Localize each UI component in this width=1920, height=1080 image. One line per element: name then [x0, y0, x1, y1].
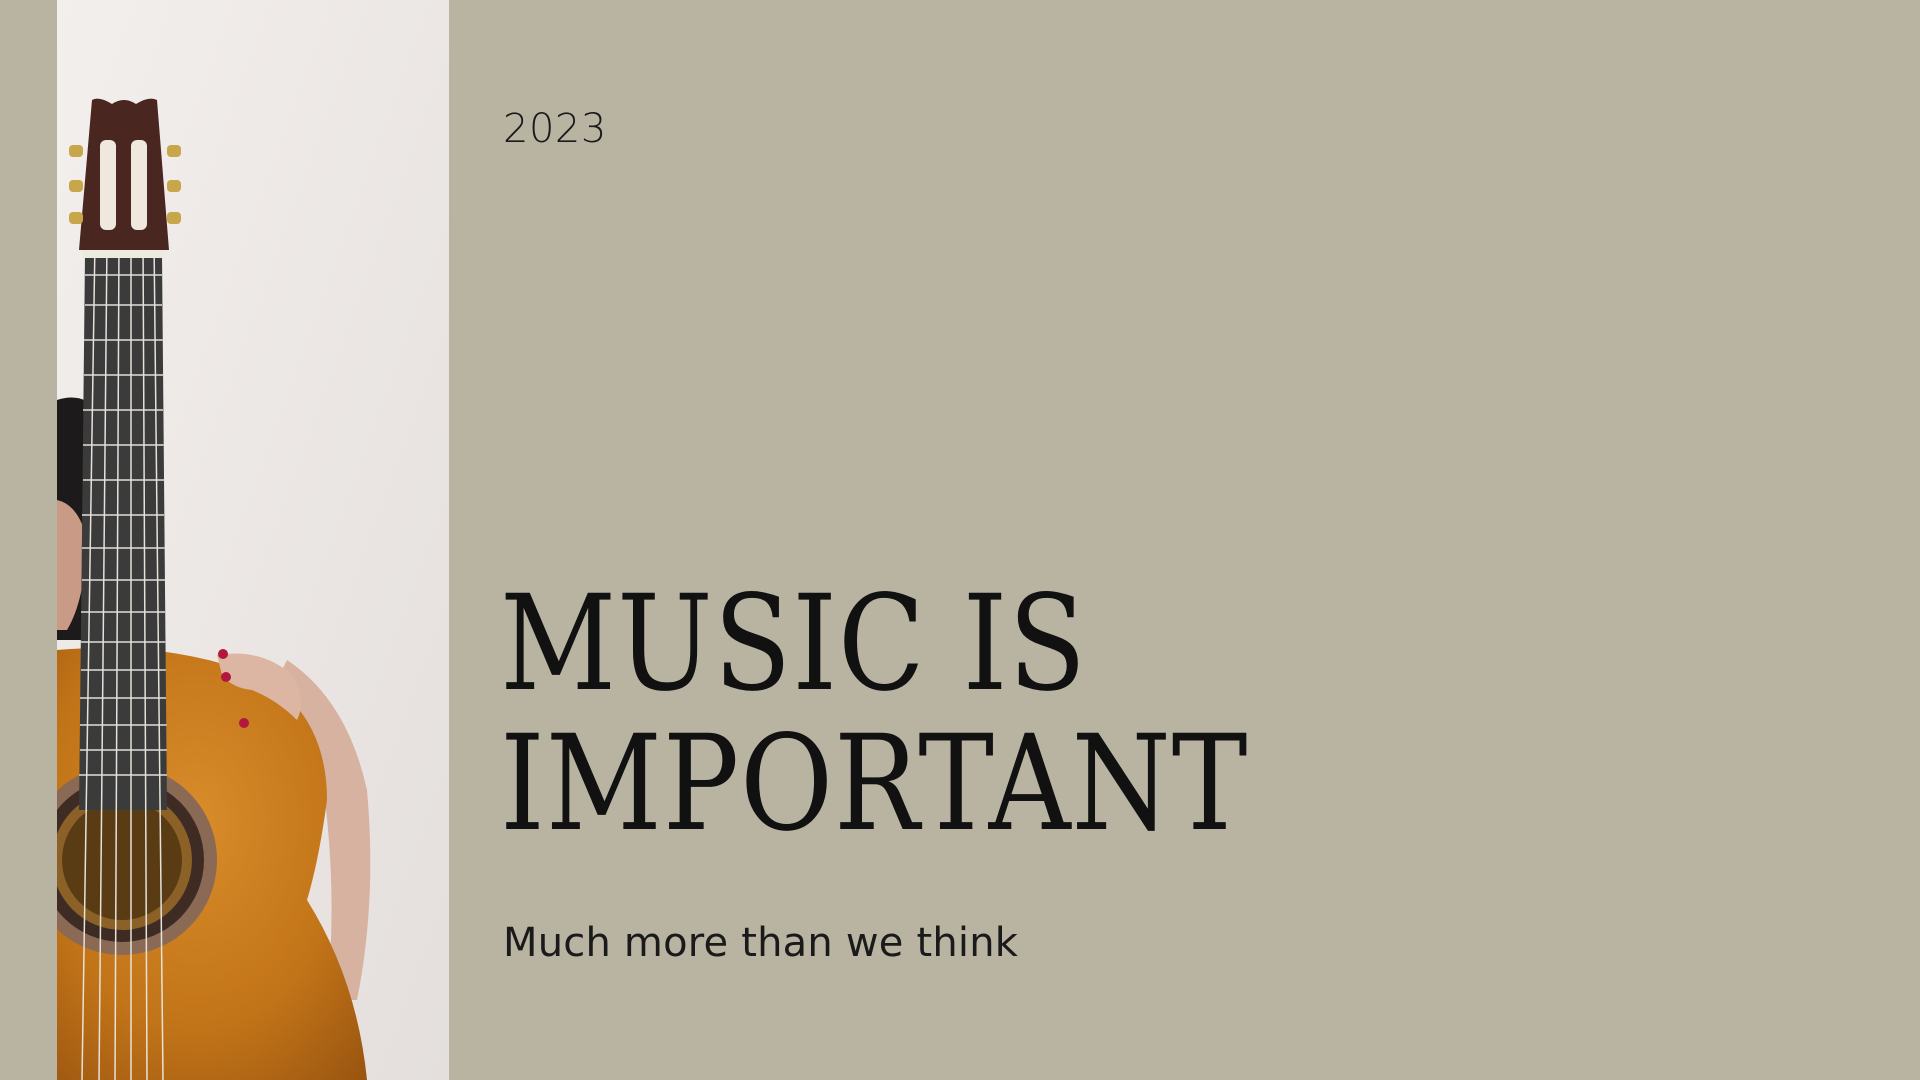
- headline-line-1: MUSIC IS: [500, 567, 1087, 721]
- year-label: 2023: [503, 106, 607, 152]
- guitar-photo-illustration: [57, 0, 449, 1080]
- guitar-photo: [57, 0, 449, 1080]
- headline-line-2: IMPORTANT: [500, 707, 1249, 861]
- headline: MUSIC IS IMPORTANT: [500, 574, 1360, 854]
- subtitle: Much more than we think: [503, 920, 1019, 966]
